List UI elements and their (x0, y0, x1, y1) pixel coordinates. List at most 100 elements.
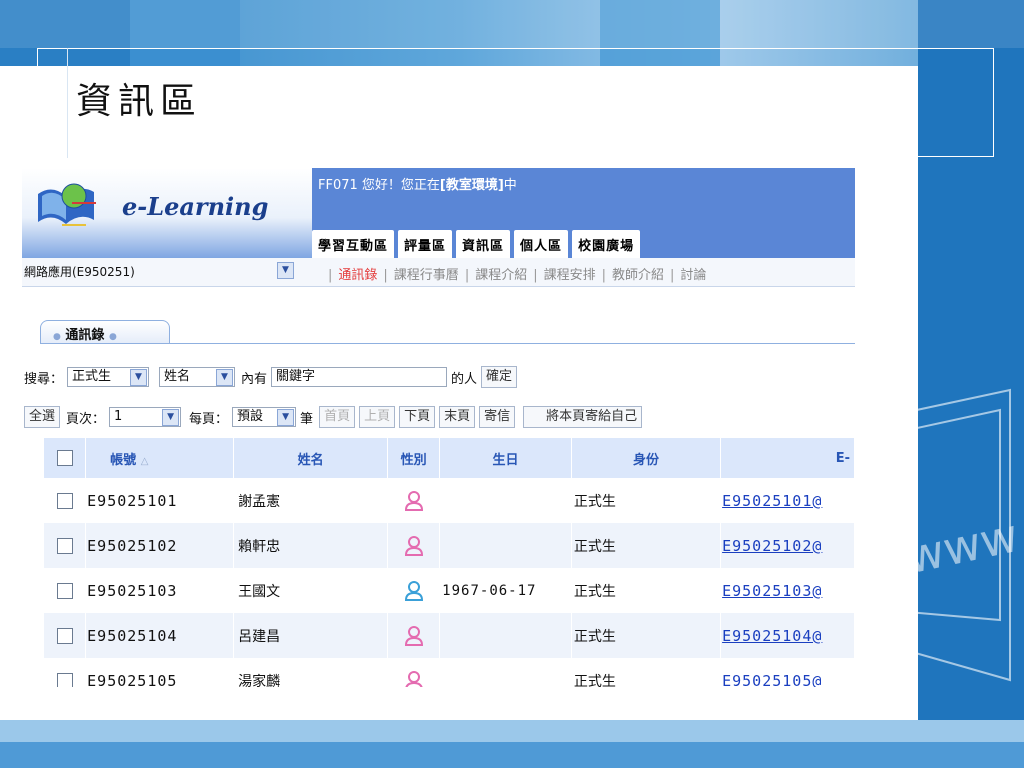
tab-personal[interactable]: 個人區 (514, 230, 569, 258)
svg-text://www: //www (871, 508, 1020, 591)
email-link[interactable]: E95025104@ (722, 627, 822, 645)
slide-title: 資訊區 (76, 81, 203, 122)
role-cell: 正式生 (571, 523, 722, 568)
email-link[interactable]: E95025105@ (722, 672, 822, 688)
birthday-cell (439, 658, 572, 687)
birthday-cell: 1967-06-17 (439, 568, 572, 613)
tab-campus-plaza[interactable]: 校園廣場 (572, 230, 641, 258)
select-all-button[interactable]: 全選 (24, 406, 61, 428)
person-female-icon (404, 670, 423, 687)
first-page-button[interactable]: 首頁 (319, 406, 356, 428)
header-gender[interactable]: 性別 (387, 438, 441, 478)
table-row: E95025105 湯家麟 正式生 E95025105@ (44, 658, 855, 687)
contains-label: 內有 (241, 371, 268, 387)
email-cell: E95025101@ (720, 478, 855, 523)
email-cell: E95025102@ (720, 523, 855, 568)
birthday-cell (439, 613, 572, 658)
row-select-cell (44, 613, 87, 658)
subnav-calendar[interactable]: 課程行事曆 (394, 268, 459, 283)
book-globe-icon (38, 183, 96, 226)
subnav-course-schedule[interactable]: 課程安排 (544, 268, 596, 283)
gender-cell (387, 568, 441, 613)
search-field-select[interactable]: 姓名 ▼ (159, 367, 236, 387)
page-select[interactable]: 1 ▼ (109, 407, 182, 427)
section-tab-label: 通訊錄 (65, 328, 105, 343)
send-mail-button[interactable]: 寄信 (479, 406, 516, 428)
role-cell: 正式生 (571, 478, 722, 523)
header-name[interactable]: 姓名 (233, 438, 389, 478)
header-select (44, 438, 87, 478)
person-male-icon (404, 580, 423, 601)
chevron-down-icon[interactable]: ▼ (130, 369, 148, 386)
role-select[interactable]: 正式生 ▼ (67, 367, 150, 387)
subnav-contacts[interactable]: 通訊錄 (338, 268, 377, 283)
tab-learning-interaction[interactable]: 學習互動區 (312, 230, 395, 258)
header-birthday[interactable]: 生日 (439, 438, 572, 478)
per-page-select[interactable]: 預設 ▼ (232, 407, 297, 427)
row-checkbox[interactable] (56, 537, 73, 554)
header-account[interactable]: 帳號 △ (85, 438, 235, 478)
gender-cell (387, 523, 441, 568)
app-header: e-Learning FF071 您好！您正在[教室環境]中 學習互動區 評量區… (22, 168, 855, 258)
email-cell: E95025103@ (720, 568, 855, 613)
next-page-button[interactable]: 下頁 (399, 406, 436, 428)
row-checkbox[interactable] (56, 582, 73, 599)
subnav-course-intro[interactable]: 課程介紹 (475, 268, 527, 283)
tab-information[interactable]: 資訊區 (456, 230, 511, 258)
keyword-input[interactable]: 關鍵字 (271, 367, 448, 387)
tab-dot-icon: ● (53, 332, 61, 342)
course-select[interactable]: 網路應用(E950251) ▼ (22, 261, 297, 281)
search-label: 搜尋： (24, 371, 64, 387)
send-page-to-self-button[interactable]: 將本頁寄給自己 (523, 406, 643, 428)
account-cell: E95025102 (85, 523, 235, 568)
search-field-value: 姓名 (164, 369, 191, 384)
row-checkbox[interactable] (56, 672, 73, 687)
row-select-cell (44, 568, 87, 613)
page-select-value: 1 (114, 409, 123, 424)
logo-area: e-Learning (22, 168, 312, 258)
email-link[interactable]: E95025103@ (722, 582, 822, 600)
name-cell: 謝孟憲 (233, 478, 389, 523)
chevron-down-icon[interactable]: ▼ (216, 369, 234, 386)
last-page-button[interactable]: 末頁 (439, 406, 476, 428)
gender-cell (387, 478, 441, 523)
table-row: E95025103 王國文 1967-06-17 正式生 E95025103@ (44, 568, 855, 613)
greeting-prefix: FF071 您好！您正在 (318, 178, 440, 193)
role-select-value: 正式生 (72, 369, 112, 384)
chevron-down-icon[interactable]: ▼ (277, 262, 294, 279)
email-cell: E95025105@ (720, 658, 855, 688)
sub-nav: | 通訊錄 | 課程行事曆 | 課程介紹 | 課程安排 | 教師介紹 | 討論 (328, 268, 707, 283)
account-cell: E95025103 (85, 568, 235, 613)
prev-page-button[interactable]: 上頁 (359, 406, 396, 428)
row-checkbox[interactable] (56, 627, 73, 644)
confirm-button[interactable]: 確定 (481, 366, 518, 388)
table-row: E95025102 賴軒忠 正式生 E95025102@ (44, 523, 855, 568)
search-row: 搜尋： 正式生 ▼ 姓名 ▼ 內有 關鍵字 的人 確定 (24, 365, 518, 389)
person-female-icon (404, 625, 423, 646)
page-label: 頁次： (66, 411, 106, 427)
course-select-value: 網路應用(E950251) (24, 264, 135, 279)
greeting-location: [教室環境] (439, 178, 504, 193)
section-tab-contacts[interactable]: ● 通訊錄 ● (40, 320, 170, 344)
person-female-icon (404, 535, 423, 556)
tab-assessment[interactable]: 評量區 (398, 230, 453, 258)
select-all-checkbox[interactable] (56, 450, 73, 466)
per-page-label: 每頁： (189, 411, 229, 427)
subnav-discussion[interactable]: 討論 (680, 268, 706, 283)
chevron-down-icon[interactable]: ▼ (277, 409, 295, 426)
chevron-down-icon[interactable]: ▼ (162, 409, 180, 426)
per-page-value: 預設 (237, 409, 264, 424)
email-link[interactable]: E95025102@ (722, 537, 822, 555)
header-role[interactable]: 身份 (571, 438, 722, 478)
sort-asc-icon: △ (140, 455, 149, 467)
contacts-table: 帳號 △ 姓名 性別 生日 身份 E- E95025101 謝孟憲 正式生 E9502… (44, 438, 855, 687)
email-link[interactable]: E95025101@ (722, 492, 822, 510)
header-email[interactable]: E- (720, 438, 855, 478)
tab-dot-icon: ● (108, 332, 117, 342)
greeting-text: FF071 您好！您正在[教室環境]中 (318, 174, 517, 193)
elearning-screenshot: e-Learning FF071 您好！您正在[教室環境]中 學習互動區 評量區… (22, 168, 855, 687)
section-divider (40, 343, 855, 344)
subnav-teacher-intro[interactable]: 教師介紹 (612, 268, 664, 283)
account-cell: E95025101 (85, 478, 235, 523)
row-checkbox[interactable] (56, 492, 73, 509)
